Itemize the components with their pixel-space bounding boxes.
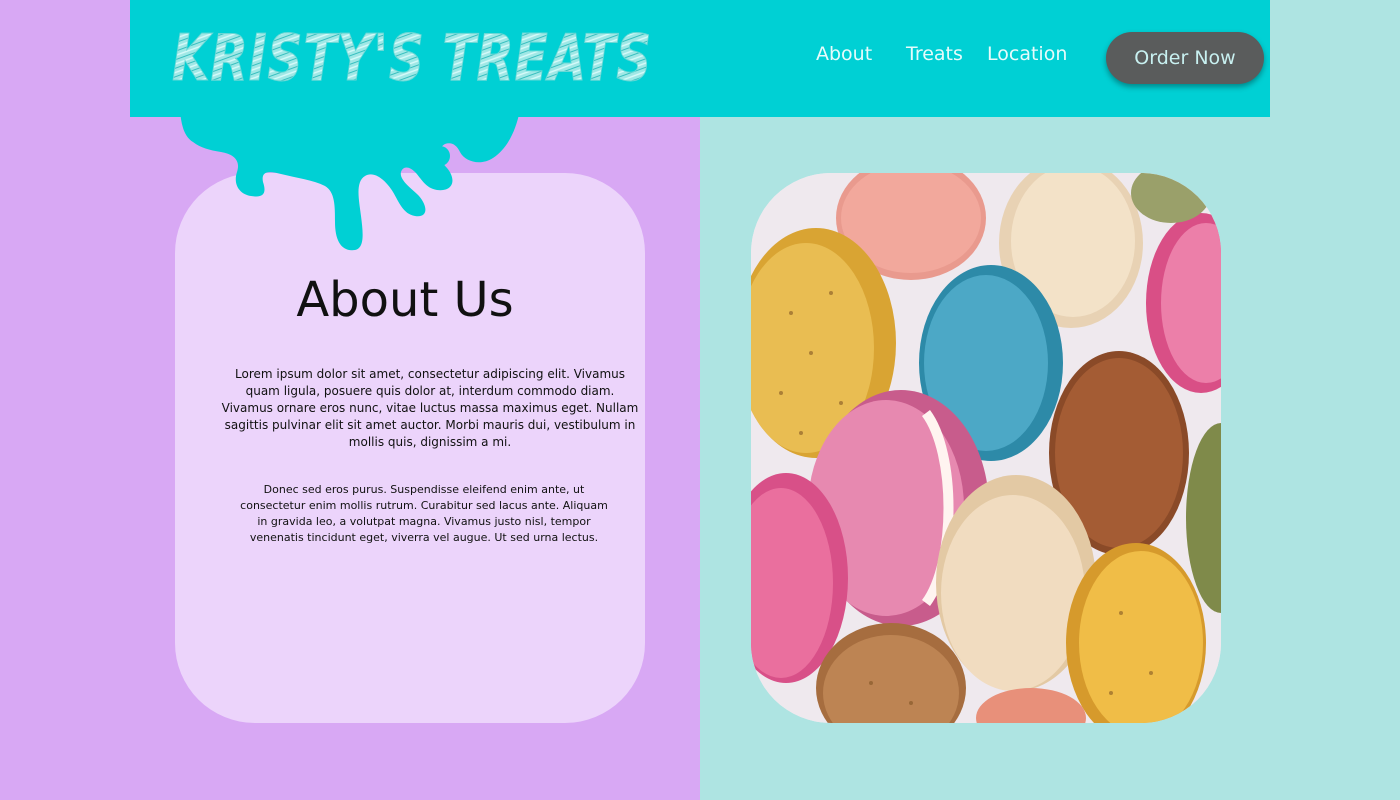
nav-link-treats[interactable]: Treats <box>906 43 963 65</box>
logo-wordmark: KRISTY'S TREATS <box>172 22 652 93</box>
logo-text: KRISTY'S TREATS <box>172 22 652 92</box>
nav-link-location[interactable]: Location <box>987 43 1067 65</box>
nav-link-about[interactable]: About <box>816 43 872 65</box>
order-now-button[interactable]: Order Now <box>1106 32 1264 84</box>
macarons-illustration <box>751 173 1221 723</box>
brand-logo[interactable]: KRISTY'S TREATS <box>172 12 662 93</box>
about-paragraph-1: Lorem ipsum dolor sit amet, consectetur … <box>221 367 639 449</box>
paint-splash-decoration <box>180 110 520 251</box>
page: KRISTY'S TREATS About Treats Location Or… <box>0 0 1400 800</box>
macarons-image <box>751 173 1221 723</box>
about-paragraph-2: Donec sed eros purus. Suspendisse eleife… <box>240 483 608 544</box>
about-us-heading: About Us <box>296 272 514 328</box>
